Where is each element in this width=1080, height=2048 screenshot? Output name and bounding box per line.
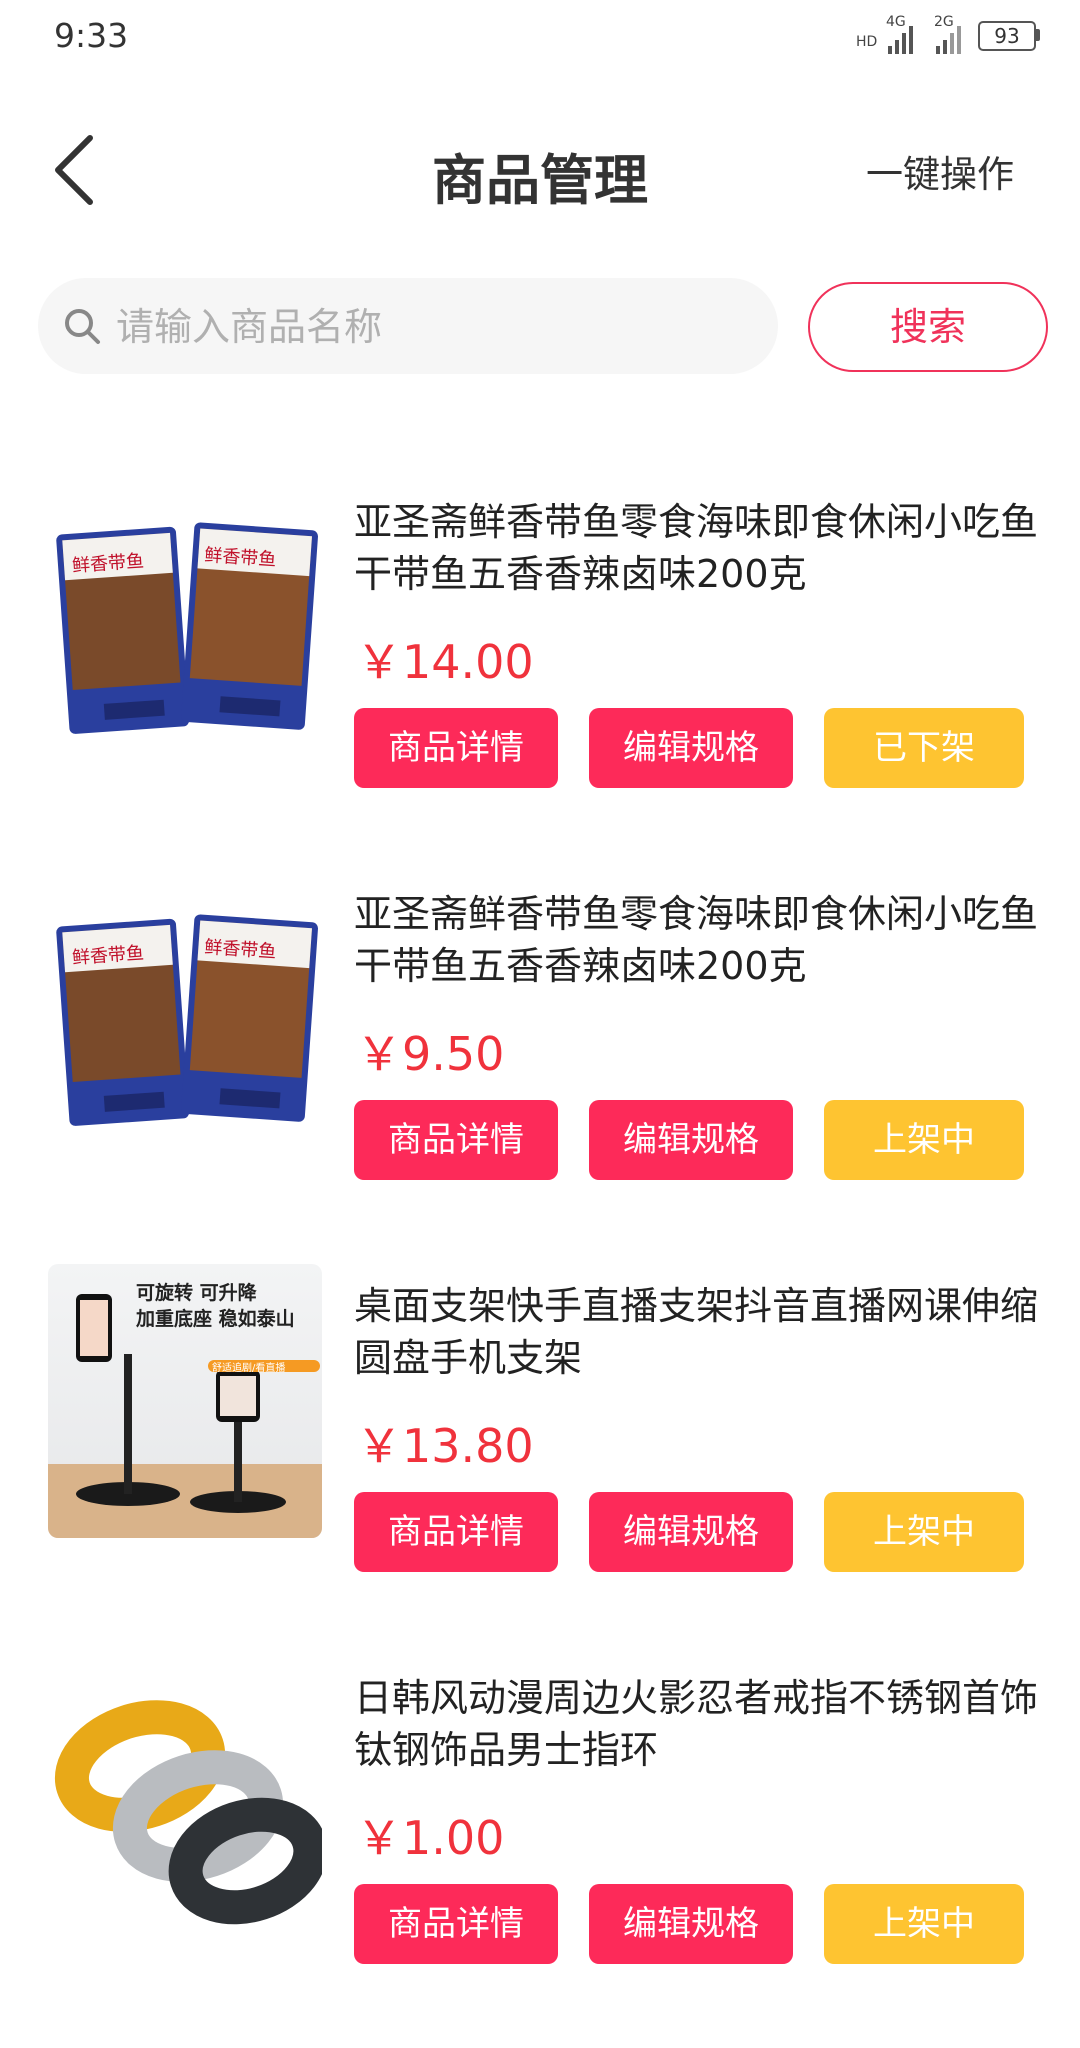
product-item: 日韩风动漫周边火影忍者戒指不锈钢首饰钛钢饰品男士指环 ￥1.00 商品详情 编辑… bbox=[0, 1656, 1080, 2048]
signal-2g-icon bbox=[936, 26, 961, 54]
product-item: 鲜香带鱼 鲜香带鱼 亚圣斋鲜香带鱼零食海味即食休闲小吃鱼干带鱼五香香辣卤味200… bbox=[0, 872, 1080, 1264]
status-toggle-button[interactable]: 上架中 bbox=[824, 1492, 1024, 1572]
product-price: ￥13.80 bbox=[356, 1419, 534, 1473]
edit-spec-button[interactable]: 编辑规格 bbox=[589, 1884, 793, 1964]
product-price: ￥14.00 bbox=[356, 635, 534, 689]
one-click-action-button[interactable]: 一键操作 bbox=[866, 144, 1014, 198]
signal-4g-icon bbox=[888, 26, 913, 54]
status-bar: 9:33 HD 4G 2G 93 bbox=[0, 0, 1080, 76]
product-price: ￥9.50 bbox=[356, 1027, 505, 1081]
product-item: 鲜香带鱼 鲜香带鱼 亚圣斋鲜香带鱼零食海味即食休闲小吃鱼干带鱼五香香辣卤味200… bbox=[0, 480, 1080, 872]
status-toggle-button[interactable]: 上架中 bbox=[824, 1884, 1024, 1964]
search-button[interactable]: 搜索 bbox=[808, 282, 1048, 372]
status-toggle-button[interactable]: 上架中 bbox=[824, 1100, 1024, 1180]
fish-snack-package-image[interactable]: 鲜香带鱼 鲜香带鱼 bbox=[48, 480, 322, 754]
image-caption-1: 可旋转 可升降 bbox=[136, 1282, 257, 1304]
fish-snack-package-image[interactable]: 鲜香带鱼 鲜香带鱼 bbox=[48, 872, 322, 1146]
search-input[interactable] bbox=[114, 278, 758, 376]
search-icon bbox=[65, 309, 100, 344]
page-header: 商品管理 一键操作 bbox=[0, 100, 1080, 240]
product-name: 亚圣斋鲜香带鱼零食海味即食休闲小吃鱼干带鱼五香香辣卤味200克 bbox=[354, 892, 1039, 988]
search-bar bbox=[38, 278, 778, 376]
product-name: 日韩风动漫周边火影忍者戒指不锈钢首饰钛钢饰品男士指环 bbox=[354, 1676, 1039, 1772]
edit-spec-button[interactable]: 编辑规格 bbox=[589, 1492, 793, 1572]
status-icons: HD 4G 2G 93 bbox=[856, 14, 1046, 58]
edit-spec-button[interactable]: 编辑规格 bbox=[589, 1100, 793, 1180]
product-name: 桌面支架快手直播支架抖音直播网课伸缩圆盘手机支架 bbox=[354, 1284, 1039, 1380]
edit-spec-button[interactable]: 编辑规格 bbox=[589, 708, 793, 788]
product-detail-button[interactable]: 商品详情 bbox=[354, 1884, 558, 1964]
product-price: ￥1.00 bbox=[356, 1811, 505, 1865]
product-detail-button[interactable]: 商品详情 bbox=[354, 708, 558, 788]
image-caption-3: 舒适追剧/看直播 bbox=[212, 1363, 286, 1374]
battery-tip bbox=[1036, 29, 1040, 41]
image-caption-2: 加重底座 稳如泰山 bbox=[136, 1308, 295, 1330]
status-toggle-button[interactable]: 已下架 bbox=[824, 708, 1024, 788]
product-detail-button[interactable]: 商品详情 bbox=[354, 1100, 558, 1180]
rings-image[interactable] bbox=[48, 1656, 322, 1930]
product-list: 鲜香带鱼 鲜香带鱼 亚圣斋鲜香带鱼零食海味即食休闲小吃鱼干带鱼五香香辣卤味200… bbox=[0, 480, 1080, 2048]
product-detail-button[interactable]: 商品详情 bbox=[354, 1492, 558, 1572]
product-name: 亚圣斋鲜香带鱼零食海味即食休闲小吃鱼干带鱼五香香辣卤味200克 bbox=[354, 500, 1039, 596]
battery-icon: 93 bbox=[978, 21, 1036, 51]
product-item: 可旋转 可升降 加重底座 稳如泰山 舒适追剧/看直播 桌面支架快手直播支架抖音直… bbox=[0, 1264, 1080, 1656]
status-time: 9:33 bbox=[54, 16, 129, 55]
hd-label: HD bbox=[856, 34, 878, 50]
phone-stand-image[interactable]: 可旋转 可升降 加重底座 稳如泰山 舒适追剧/看直播 bbox=[48, 1264, 322, 1538]
